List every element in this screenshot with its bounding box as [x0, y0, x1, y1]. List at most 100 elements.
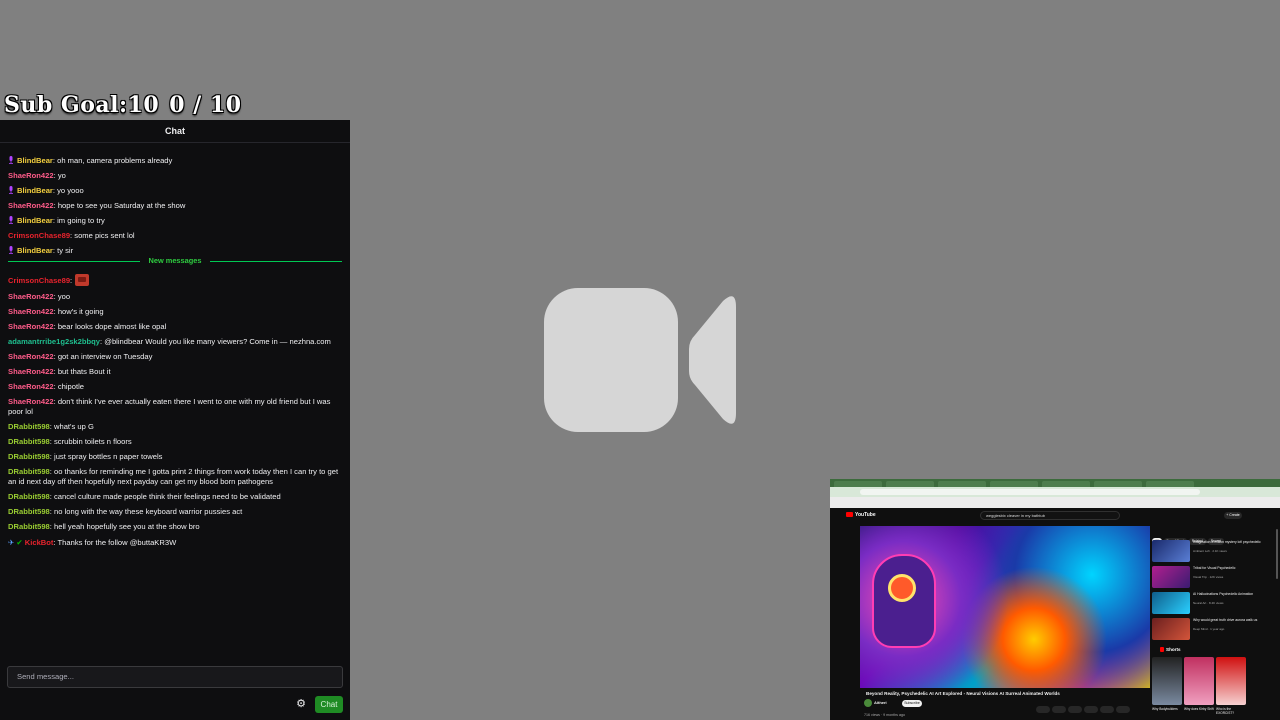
- recommended-video-meta: Visual Trip · 12K views: [1193, 575, 1224, 579]
- short-caption[interactable]: Why does Kirby Shift: [1184, 707, 1214, 711]
- chat-settings-icon[interactable]: ⚙: [295, 698, 307, 710]
- chat-message-text: : just spray bottles n paper towels: [49, 452, 163, 461]
- short-caption[interactable]: Why Bodybuilders: [1152, 707, 1182, 711]
- chat-message: DRabbit598: cancel culture made people t…: [8, 492, 342, 502]
- video-thumbnail[interactable]: [1152, 592, 1190, 614]
- recommended-video[interactable]: Tribal for Visual Psychedelic Visual Trip…: [1152, 566, 1272, 588]
- chat-username[interactable]: DRabbit598: [8, 422, 50, 431]
- chat-username[interactable]: BlindBear: [17, 156, 53, 165]
- chat-username[interactable]: DRabbit598: [8, 492, 50, 501]
- chat-username[interactable]: ShaeRon422: [8, 382, 54, 391]
- chat-message-text: : no long with the way these keyboard wa…: [49, 507, 243, 516]
- broadcaster-mic-icon: [9, 186, 13, 194]
- chat-username[interactable]: adamantrribe1g2sk2bbqy: [8, 337, 100, 346]
- youtube-logo[interactable]: YouTube: [846, 512, 876, 518]
- recommended-video-meta: Ambient Lofi · 2.1K views: [1193, 549, 1227, 553]
- chat-message: BlindBear: oh man, camera problems alrea…: [8, 156, 342, 166]
- chat-username[interactable]: CrimsonChase89: [8, 231, 70, 240]
- subscribe-button[interactable]: Subscribe: [902, 700, 922, 707]
- chat-message-text: : chipotle: [53, 382, 84, 391]
- shorts-icon: [1160, 647, 1164, 652]
- browser-url-field[interactable]: [860, 489, 1200, 495]
- youtube-search-input[interactable]: wegglesbix cleaver in my bathtub: [980, 511, 1120, 520]
- chat-username[interactable]: DRabbit598: [8, 507, 50, 516]
- video-thumbnail[interactable]: [1152, 540, 1190, 562]
- broadcaster-mic-icon: [9, 216, 13, 224]
- browser-tab-strip: [830, 479, 1280, 487]
- recommendation-chips: AllFrom AitheriRelatedRecent: [1152, 529, 1272, 545]
- channel-avatar[interactable]: [864, 699, 872, 707]
- chat-username[interactable]: KickBot: [25, 538, 54, 547]
- chat-username[interactable]: DRabbit598: [8, 522, 50, 531]
- video-thumbnail[interactable]: [1152, 566, 1190, 588]
- chat-message-text: : cancel culture made people think their…: [49, 492, 281, 501]
- chat-panel: Chat BlindBear: oh man, camera problems …: [0, 120, 350, 720]
- chat-username[interactable]: ShaeRon422: [8, 201, 54, 210]
- recommended-video-title[interactable]: AI Hallucinations Psychedelic Animation: [1193, 592, 1263, 596]
- chat-message-text: : what's up G: [49, 422, 94, 431]
- recommended-video[interactable]: Why would great truth drive aurora walk …: [1152, 618, 1272, 640]
- chat-username[interactable]: DRabbit598: [8, 452, 50, 461]
- download-button[interactable]: [1084, 706, 1098, 713]
- chat-username[interactable]: CrimsonChase89: [8, 276, 70, 285]
- chat-username[interactable]: ShaeRon422: [8, 322, 54, 331]
- recommendations-scrollbar[interactable]: [1276, 529, 1278, 579]
- chat-message-text: : scrubbin toilets n floors: [49, 437, 132, 446]
- chat-username[interactable]: ShaeRon422: [8, 367, 54, 376]
- chat-message: DRabbit598: oo thanks for reminding me I…: [8, 467, 342, 487]
- new-messages-divider: New messages: [8, 256, 342, 266]
- youtube-create-button[interactable]: + Create: [1224, 512, 1242, 519]
- chat-message: ShaeRon422: but thats Bout it: [8, 367, 342, 377]
- like-button[interactable]: [1036, 706, 1050, 713]
- chat-message-text: : hell yeah hopefully see you at the sho…: [49, 522, 200, 531]
- chat-message: ShaeRon422: bear looks dope almost like …: [8, 322, 342, 332]
- short-thumbnail[interactable]: [1152, 657, 1182, 705]
- recommended-video-title[interactable]: Tribal for Visual Psychedelic: [1193, 566, 1263, 570]
- chat-username[interactable]: ShaeRon422: [8, 171, 54, 180]
- chat-message: ShaeRon422: how's it going: [8, 307, 342, 317]
- chat-username[interactable]: ShaeRon422: [8, 352, 54, 361]
- share-button[interactable]: [1068, 706, 1082, 713]
- chat-message-text: : got an interview on Tuesday: [53, 352, 153, 361]
- chat-username[interactable]: BlindBear: [17, 246, 53, 255]
- youtube-play-icon: [846, 512, 853, 517]
- chat-message-text: : Thanks for the follow @buttaKR3W: [53, 538, 177, 547]
- short-thumbnail[interactable]: [1216, 657, 1246, 705]
- chat-username[interactable]: DRabbit598: [8, 467, 50, 476]
- chat-message: adamantrribe1g2sk2bbqy: @blindbear Would…: [8, 337, 342, 347]
- recommended-video-title[interactable]: Imagination a million mystery lofi psych…: [1193, 540, 1263, 544]
- chat-username[interactable]: BlindBear: [17, 216, 53, 225]
- chat-send-button[interactable]: Chat: [315, 696, 343, 713]
- clip-button[interactable]: [1100, 706, 1114, 713]
- short-caption[interactable]: Who is the EXORCIST?: [1216, 707, 1246, 715]
- chat-username[interactable]: ShaeRon422: [8, 292, 54, 301]
- recommended-video[interactable]: Imagination a million mystery lofi psych…: [1152, 540, 1272, 562]
- youtube-video-title: Beyond Reality, Psychedelic AI Art Explo…: [866, 691, 1060, 696]
- recommended-video-meta: Deep Mind · 1 year ago: [1193, 627, 1225, 631]
- chat-username[interactable]: BlindBear: [17, 186, 53, 195]
- video-thumbnail[interactable]: [1152, 618, 1190, 640]
- chat-message: DRabbit598: no long with the way these k…: [8, 507, 342, 517]
- more-actions-button[interactable]: [1116, 706, 1130, 713]
- chat-username[interactable]: ShaeRon422: [8, 397, 54, 406]
- youtube-browser-window[interactable]: YouTube wegglesbix cleaver in my bathtub…: [830, 479, 1280, 720]
- chat-message: ShaeRon422: got an interview on Tuesday: [8, 352, 342, 362]
- dislike-button[interactable]: [1052, 706, 1066, 713]
- bot-badge-icon: ✈: [8, 538, 15, 547]
- youtube-video-player[interactable]: [860, 526, 1150, 688]
- chat-username[interactable]: DRabbit598: [8, 437, 50, 446]
- chat-message-input[interactable]: Send message...: [7, 666, 343, 688]
- chat-message-text: : but thats Bout it: [53, 367, 111, 376]
- short-thumbnail[interactable]: [1184, 657, 1214, 705]
- broadcaster-mic-icon: [9, 156, 13, 164]
- chat-message-text: : some pics sent lol: [70, 231, 135, 240]
- shorts-section-title: Shorts: [1160, 647, 1181, 652]
- chat-username[interactable]: ShaeRon422: [8, 307, 54, 316]
- chat-message-text: : yoo: [53, 292, 71, 301]
- recommended-video-title[interactable]: Why would great truth drive aurora walk …: [1193, 618, 1263, 622]
- chat-title: Chat: [0, 120, 350, 143]
- channel-name[interactable]: Aitheri: [874, 700, 887, 705]
- recommended-video[interactable]: AI Hallucinations Psychedelic Animation N…: [1152, 592, 1272, 614]
- chat-message-text: : ty sir: [52, 246, 74, 255]
- chat-message-text: : bear looks dope almost like opal: [53, 322, 167, 331]
